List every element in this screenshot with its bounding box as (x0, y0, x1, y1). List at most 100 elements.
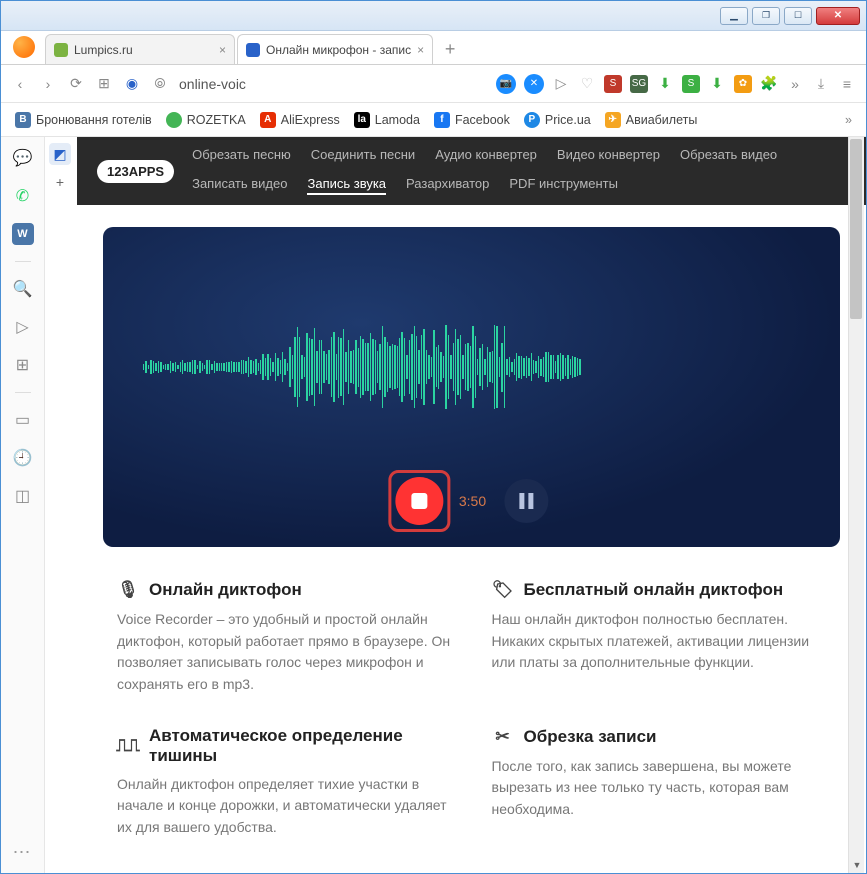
bookmark-label: Авиабилеты (626, 113, 698, 127)
site-info-icon[interactable]: ◉ (123, 75, 141, 93)
site-nav: Обрезать песню Соединить песни Аудио кон… (192, 147, 846, 195)
waveform-icon: ⎍⎍ (117, 735, 139, 757)
news-icon[interactable]: ▭ (12, 409, 34, 431)
scissors-icon: ✂ (492, 726, 514, 748)
tab-title: Lumpics.ru (74, 43, 213, 57)
nav-link[interactable]: Разархиватор (406, 176, 489, 195)
site-header: 123APPS Обрезать песню Соединить песни А… (77, 137, 866, 205)
nav-link[interactable]: Аудио конвертер (435, 147, 537, 162)
extension-icon[interactable]: S (604, 75, 622, 93)
bookmark-item[interactable]: ROZETKA (166, 112, 246, 128)
stop-record-button[interactable] (395, 477, 443, 525)
nav-link[interactable]: Обрезать видео (680, 147, 777, 162)
scroll-down-arrow[interactable]: ▼ (849, 857, 865, 873)
browser-tab[interactable]: Онлайн микрофон - запис × (237, 34, 433, 64)
reload-button[interactable]: ⟳ (67, 75, 85, 93)
feature-card: ⎍⎍ Автоматическое определение тишины Онла… (117, 726, 452, 839)
pause-button[interactable] (504, 479, 548, 523)
bookmark-item[interactable]: fFacebook (434, 112, 510, 128)
separator (15, 261, 31, 262)
favicon-icon (54, 43, 68, 57)
extension-icon[interactable]: ✿ (734, 75, 752, 93)
tab-close-button[interactable]: × (417, 43, 424, 57)
nav-link[interactable]: Видео конвертер (557, 147, 660, 162)
tab-title: Онлайн микрофон - запис (266, 43, 411, 57)
feature-card: 🏷 Бесплатный онлайн диктофон Наш онлайн д… (492, 579, 827, 696)
tab-close-button[interactable]: × (219, 43, 226, 57)
browser-tab[interactable]: Lumpics.ru × (45, 34, 235, 64)
bookmark-item[interactable]: la Lamoda (354, 112, 420, 128)
scrollbar[interactable]: ▲ ▼ (848, 137, 864, 873)
extensions-menu-icon[interactable]: 🧩 (760, 75, 778, 93)
feature-title: Бесплатный онлайн диктофон (524, 580, 784, 600)
download-arrow-icon[interactable]: ⬇ (656, 75, 674, 93)
nav-link[interactable]: Соединить песни (311, 147, 415, 162)
whatsapp-icon[interactable]: ✆ (12, 185, 34, 207)
favicon-icon (246, 43, 260, 57)
window-close-button[interactable] (816, 7, 860, 25)
nav-link[interactable]: PDF инструменты (509, 176, 618, 195)
downloads-icon[interactable]: ⤓ (812, 75, 830, 93)
bookmark-icon (166, 112, 182, 128)
scroll-thumb[interactable] (850, 139, 862, 319)
vk-icon[interactable]: W (12, 223, 34, 245)
window-minimize-button[interactable] (720, 7, 748, 25)
feature-text: Наш онлайн диктофон полностью бесплатен.… (492, 609, 827, 674)
bookmark-label: Price.ua (545, 113, 591, 127)
bookmark-item[interactable]: ✈ Авиабилеты (605, 112, 698, 128)
workspace-tabs: ◩ + (49, 143, 71, 193)
extension-icon[interactable]: SG (630, 75, 648, 93)
bookmark-item[interactable]: AAliExpress (260, 112, 340, 128)
window-maximize-button[interactable] (784, 7, 812, 25)
history-icon[interactable]: 🕘 (12, 447, 34, 469)
workspace-add-button[interactable]: + (49, 171, 71, 193)
tag-icon: 🏷 (492, 579, 514, 601)
workspace-tab[interactable]: ◩ (49, 143, 71, 165)
package-icon[interactable]: ◫ (12, 485, 34, 507)
feature-card: ✂Обрезка записи После того, как запись з… (492, 726, 827, 839)
speed-dial-button[interactable]: ⊞ (95, 75, 113, 93)
speed-dial-icon[interactable]: ⊞ (12, 354, 34, 376)
bookmark-icon: A (260, 112, 276, 128)
address-field[interactable]: online-voic (179, 76, 246, 92)
feature-title: Онлайн диктофон (149, 580, 302, 600)
new-tab-button[interactable]: + (437, 36, 463, 62)
bookmark-label: ROZETKA (187, 113, 246, 127)
send-icon[interactable]: ▷ (12, 316, 34, 338)
bookmark-item[interactable]: B Бронювання готелів (15, 112, 152, 128)
extension-icon[interactable]: ⬇ (708, 75, 726, 93)
camera-icon[interactable]: 📷 (496, 74, 516, 94)
bookmark-label: Lamoda (375, 113, 420, 127)
forward-button[interactable]: › (39, 75, 57, 93)
extension-icon[interactable]: ✕ (524, 74, 544, 94)
bookmark-label: Бронювання готелів (36, 113, 152, 127)
nav-link[interactable]: Записать видео (192, 176, 287, 195)
nav-link-active[interactable]: Запись звука (307, 176, 386, 195)
bookmark-item[interactable]: PPrice.ua (524, 112, 591, 128)
search-icon[interactable]: 🔍 (12, 278, 34, 300)
window-titlebar (1, 1, 866, 31)
vpn-icon[interactable]: ⦾ (151, 75, 169, 93)
bookmark-icon: la (354, 112, 370, 128)
feature-title: Автоматическое определение тишины (149, 726, 452, 766)
nav-link[interactable]: Обрезать песню (192, 147, 291, 162)
recorder-controls: 3:50 (395, 477, 548, 525)
heart-icon[interactable]: ♡ (578, 75, 596, 93)
bookmark-icon: ✈ (605, 112, 621, 128)
feature-card: 🎙Онлайн диктофон Voice Recorder – это уд… (117, 579, 452, 696)
easy-setup-icon[interactable]: ≡ (838, 75, 856, 93)
extension-icon[interactable]: S (682, 75, 700, 93)
bookmark-icon: B (15, 112, 31, 128)
separator (15, 392, 31, 393)
more-icon[interactable]: » (786, 75, 804, 93)
site-logo[interactable]: 123APPS (97, 160, 174, 183)
bookmarks-more-button[interactable]: » (845, 113, 852, 127)
opera-menu-button[interactable] (13, 36, 35, 58)
sidebar-more-button[interactable]: ⋯ (13, 842, 33, 863)
feature-text: Онлайн диктофон определяет тихие участки… (117, 774, 452, 839)
bookmark-icon: f (434, 112, 450, 128)
send-icon[interactable]: ▷ (552, 75, 570, 93)
messenger-icon[interactable]: 💬 (12, 147, 34, 169)
back-button[interactable]: ‹ (11, 75, 29, 93)
window-restore-button[interactable] (752, 7, 780, 25)
